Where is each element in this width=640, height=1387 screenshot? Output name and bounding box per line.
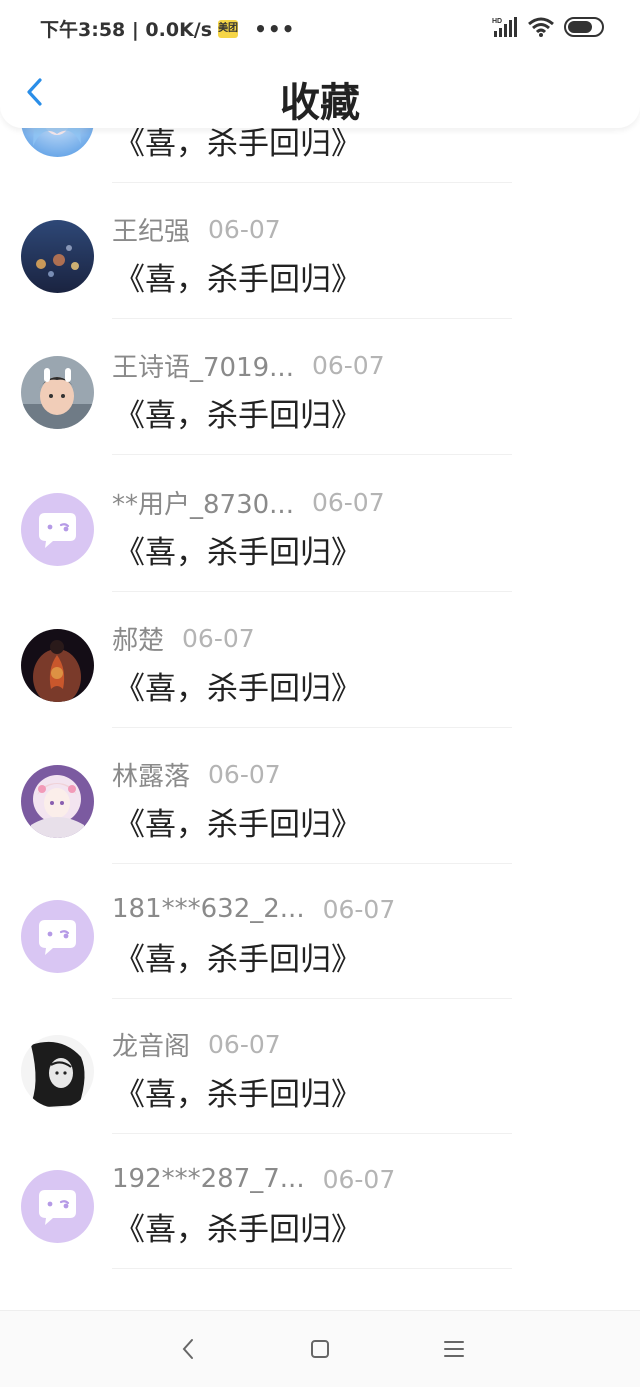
user-name: 龙音阁	[112, 1031, 191, 1062]
item-content: 《喜，杀手回归》	[114, 398, 362, 434]
nav-home-button[interactable]	[306, 1335, 334, 1363]
divider	[112, 1268, 512, 1269]
name-line: 郝楚 06-07	[112, 621, 255, 656]
list-item[interactable]: 181***632_2... 06-07 《喜，杀手回归》	[0, 860, 640, 999]
name-line: 192***287_7... 06-07	[112, 1162, 395, 1196]
item-content: 《喜，杀手回归》	[114, 671, 362, 707]
avatar[interactable]	[21, 1170, 94, 1243]
item-content: 《喜，杀手回归》	[114, 942, 362, 978]
list-item[interactable]: **用户_8730... 06-07 《喜，杀手回归》	[0, 453, 640, 592]
battery-icon	[564, 17, 604, 37]
status-bar: 下午3:58 | 0.0K/s 美团 ••• HD	[0, 0, 640, 56]
item-date: 06-07	[322, 1164, 396, 1194]
nav-back-button[interactable]	[174, 1335, 202, 1363]
list-item[interactable]: 龙音阁 06-07 《喜，杀手回归》	[0, 995, 640, 1134]
anime-girl-pink-avatar	[21, 765, 94, 838]
user-name: 王诗语_7019...	[112, 352, 294, 383]
item-date: 06-07	[208, 1029, 281, 1059]
item-date: 06-07	[182, 623, 255, 653]
avatar[interactable]	[21, 493, 94, 566]
list-item[interactable]: 192***287_7... 06-07 《喜，杀手回归》	[0, 1130, 640, 1269]
list-item[interactable]: 王诗语_7019... 06-07 《喜，杀手回归》	[0, 316, 640, 455]
avatar[interactable]	[21, 765, 94, 838]
item-date: 06-07	[311, 487, 385, 517]
nav-back-icon	[182, 1339, 193, 1359]
user-name: 181***632_2...	[112, 894, 305, 924]
header: 收藏	[0, 56, 640, 128]
name-line: **用户_8730... 06-07	[112, 485, 385, 520]
name-line: 林露落 06-07	[112, 757, 281, 792]
status-right: HD	[492, 16, 604, 38]
name-line: 龙音阁 06-07	[112, 1027, 281, 1062]
user-name: 郝楚	[112, 625, 165, 656]
user-name: **用户_8730...	[112, 489, 294, 520]
item-content: 《喜，杀手回归》	[114, 262, 362, 298]
svg-text:HD: HD	[492, 18, 502, 25]
user-name: 192***287_7...	[112, 1164, 305, 1194]
more-dots: •••	[254, 16, 296, 41]
item-content: 《喜，杀手回归》	[114, 1077, 362, 1113]
item-content: 《喜，杀手回归》	[114, 535, 362, 571]
user-name: 林露落	[112, 761, 191, 792]
name-line: 王纪强 06-07	[112, 212, 281, 247]
list-item[interactable]: 郝楚 06-07 《喜，杀手回归》	[0, 589, 640, 728]
nav-menu-button[interactable]	[440, 1335, 468, 1363]
wifi-icon	[528, 17, 554, 37]
item-date: 06-07	[208, 214, 281, 244]
name-line: 181***632_2... 06-07	[112, 892, 395, 926]
item-date: 06-07	[208, 759, 281, 789]
page-title: 收藏	[280, 80, 360, 126]
battery-level	[568, 21, 592, 33]
bw-portrait-avatar	[21, 1035, 94, 1108]
avatar[interactable]	[21, 1035, 94, 1108]
avatar[interactable]	[21, 356, 94, 429]
item-content: 《喜，杀手回归》	[114, 807, 362, 843]
default-chat-avatar	[21, 900, 94, 973]
favorites-list[interactable]: 傅宇_337060...06-07《喜，杀手回归》王纪强06-07《喜，杀手回归…	[0, 96, 640, 1310]
user-name: 王纪强	[112, 216, 191, 247]
default-chat-avatar	[21, 1170, 94, 1243]
nav-home-icon	[311, 1340, 329, 1358]
tattoo-back-avatar	[21, 629, 94, 702]
avatar[interactable]	[21, 220, 94, 293]
default-chat-avatar	[21, 493, 94, 566]
avatar[interactable]	[21, 900, 94, 973]
bokeh-lights-avatar	[21, 220, 94, 293]
item-date: 06-07	[311, 350, 385, 380]
list-item[interactable]: 林露落 06-07 《喜，杀手回归》	[0, 725, 640, 864]
meituan-icon: 美团	[218, 19, 239, 38]
list-item[interactable]: 王纪强 06-07 《喜，杀手回归》	[0, 180, 640, 319]
item-content: 《喜，杀手回归》	[114, 1212, 362, 1248]
avatar[interactable]	[21, 629, 94, 702]
signal-icon: HD	[492, 17, 517, 37]
name-line: 王诗语_7019... 06-07	[112, 348, 385, 383]
nav-menu-icon	[444, 1341, 464, 1357]
status-left: 下午3:58 | 0.0K/s 美团 •••	[40, 15, 295, 42]
status-time-speed: 下午3:58 | 0.0K/s	[40, 19, 213, 41]
child-photo-avatar	[21, 356, 94, 429]
system-nav-bar	[0, 1310, 640, 1387]
item-date: 06-07	[322, 894, 396, 924]
